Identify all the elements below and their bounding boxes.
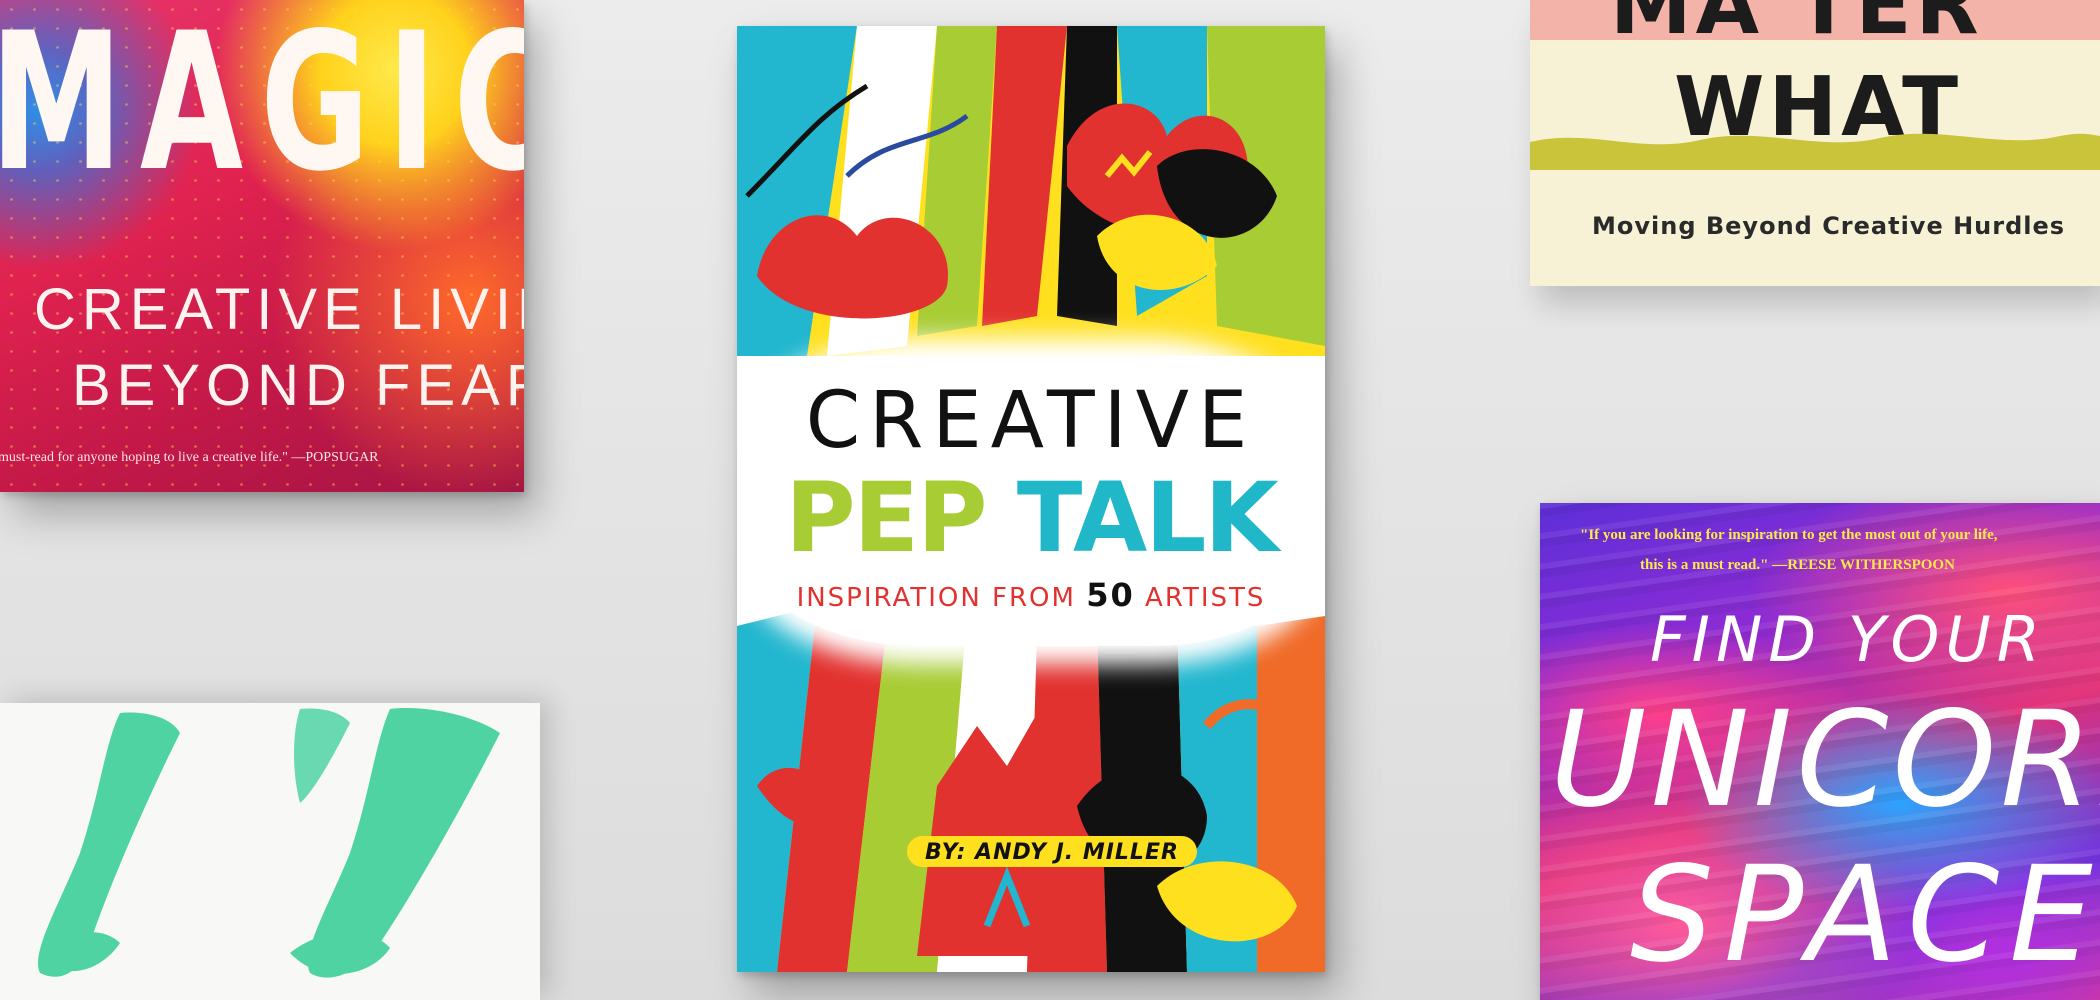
book-subtitle-line: BEYOND FEAR <box>72 353 524 418</box>
tagline-number: 50 <box>1086 576 1135 614</box>
book-title-line-partial: MA TER <box>1610 0 1983 53</box>
title-word-pep: PEP <box>785 462 987 574</box>
tagline-suffix: ARTISTS <box>1134 583 1266 613</box>
book-cover-creative-pep-talk: CREATIVE PEP TALK INSPIRATION FROM 50 AR… <box>737 26 1325 972</box>
book-title-line: CREATIVE <box>805 376 1257 466</box>
book-author-badge: BY: ANDY J. MILLER <box>907 836 1197 867</box>
book-title-line: FIND YOUR <box>1650 603 2046 676</box>
title-word-talk: TALK <box>1016 462 1279 574</box>
olive-wave-band <box>1530 133 2100 170</box>
book-cover-green-brush <box>0 703 540 1000</box>
book-title-main: PEP TALK <box>737 462 1325 574</box>
book-tagline: INSPIRATION FROM 50 ARTISTS <box>737 576 1325 614</box>
book-blurb-quote-line: this is a must read." —REESE WITHERSPOON <box>1640 557 1955 573</box>
book-blurb-quote-line: "If you are looking for inspiration to g… <box>1580 527 1998 543</box>
book-cover-no-matter-what: MA TER WHAT Moving Beyond Creative Hurdl… <box>1530 0 2100 286</box>
book-cover-find-your-unicorn-space: "If you are looking for inspiration to g… <box>1540 503 2100 1000</box>
book-subtitle-line: CREATIVE LIVING <box>34 277 524 342</box>
book-subtitle: Moving Beyond Creative Hurdles <box>1592 212 2066 240</box>
book-title-line: UNICORN <box>1550 683 2100 837</box>
tagline-prefix: INSPIRATION FROM <box>796 583 1087 613</box>
green-brushstroke-artwork <box>38 708 500 978</box>
book-title: MAGIC <box>0 0 524 213</box>
book-blurb-quote: must-read for anyone hoping to live a cr… <box>0 450 379 465</box>
book-title-line: SPACE <box>1630 838 2100 992</box>
book-cover-big-magic: MAGIC CREATIVE LIVING BEYOND FEAR must-r… <box>0 0 524 492</box>
